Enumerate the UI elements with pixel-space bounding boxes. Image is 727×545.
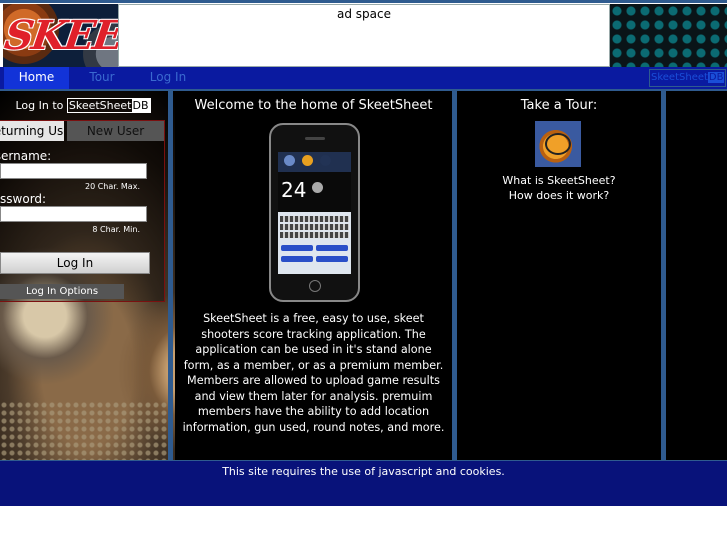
- score-grid-row: [280, 216, 349, 222]
- app-score-panel: 24: [278, 172, 351, 212]
- badge-text: SkeetSheet: [651, 72, 708, 83]
- iphone-screenshot: 24: [269, 123, 360, 302]
- nav-home[interactable]: Home: [4, 67, 69, 89]
- tab-new-user[interactable]: New User: [67, 121, 164, 141]
- tour-thumbnail-graphic: [545, 133, 571, 155]
- app-button: [316, 245, 348, 251]
- ad-space: ad space: [118, 4, 610, 67]
- app-button: [281, 256, 313, 262]
- clay-icon: [312, 182, 323, 193]
- username-input[interactable]: [0, 163, 147, 179]
- welcome-title: Welcome to the home of SkeetSheet: [194, 98, 433, 113]
- tab-returning-user[interactable]: Returning User: [0, 121, 64, 141]
- phone-screen: 24: [278, 152, 351, 274]
- nav-skeetsheetdb-badge[interactable]: SkeetSheetDB: [649, 69, 727, 87]
- app-icon: [302, 155, 313, 166]
- app-toolbar: [278, 152, 351, 172]
- how-does-it-work-link[interactable]: How does it work?: [457, 189, 661, 202]
- what-is-skeetsheet-link[interactable]: What is SkeetSheet?: [457, 174, 661, 187]
- header-dots-decoration: [610, 4, 727, 67]
- tour-title: Take a Tour:: [520, 98, 598, 113]
- home-button-icon: [309, 280, 321, 292]
- username-label: Username:: [0, 149, 52, 163]
- app-button: [281, 245, 313, 251]
- footer-notice: This site requires the use of javascript…: [222, 465, 505, 478]
- site-logo[interactable]: SKEETS: [3, 4, 118, 67]
- main-content: Log In to SkeetSheetDB Returning User Ne…: [0, 91, 727, 460]
- logo-text: SKEETS: [3, 12, 118, 59]
- password-label: Password:: [0, 192, 47, 206]
- password-hint: 8 Char. Min.: [92, 225, 140, 234]
- login-options-button[interactable]: Log In Options: [0, 284, 124, 299]
- score-grid-row: [280, 232, 349, 238]
- login-heading-text: Log In to: [15, 99, 64, 112]
- score-number: 24: [281, 178, 307, 202]
- tour-column: Take a Tour: What is SkeetSheet? How doe…: [457, 91, 661, 460]
- center-column: Welcome to the home of SkeetSheet 24 Ske…: [175, 91, 452, 460]
- app-icon: [320, 155, 331, 166]
- right-column: [666, 91, 727, 460]
- tour-thumbnail[interactable]: [535, 121, 581, 167]
- app-button: [316, 256, 348, 262]
- login-button[interactable]: Log In: [0, 252, 150, 274]
- badge-db: DB: [131, 99, 150, 112]
- nav-login[interactable]: Log In: [138, 67, 198, 89]
- skeetsheetdb-badge: SkeetSheetDB: [66, 98, 151, 113]
- login-panel: Returning User New User Username: 20 Cha…: [0, 120, 165, 302]
- badge-db: DB: [707, 72, 725, 83]
- main-nav: Home Tour Log In SkeetSheetDB: [0, 67, 727, 91]
- phone-speaker: [305, 137, 325, 140]
- app-icon: [284, 155, 295, 166]
- photo-texture: [0, 401, 170, 460]
- score-grid-row: [280, 224, 349, 230]
- nav-tour[interactable]: Tour: [74, 67, 130, 89]
- app-description: SkeetSheet is a free, easy to use, skeet…: [182, 312, 445, 434]
- top-border: [0, 0, 727, 3]
- footer: This site requires the use of javascript…: [0, 460, 727, 506]
- login-heading: Log In to SkeetSheetDB: [0, 98, 166, 113]
- password-input[interactable]: [0, 206, 147, 222]
- badge-text: SkeetSheet: [68, 99, 132, 112]
- column-divider: [168, 91, 173, 460]
- username-hint: 20 Char. Max.: [84, 182, 140, 191]
